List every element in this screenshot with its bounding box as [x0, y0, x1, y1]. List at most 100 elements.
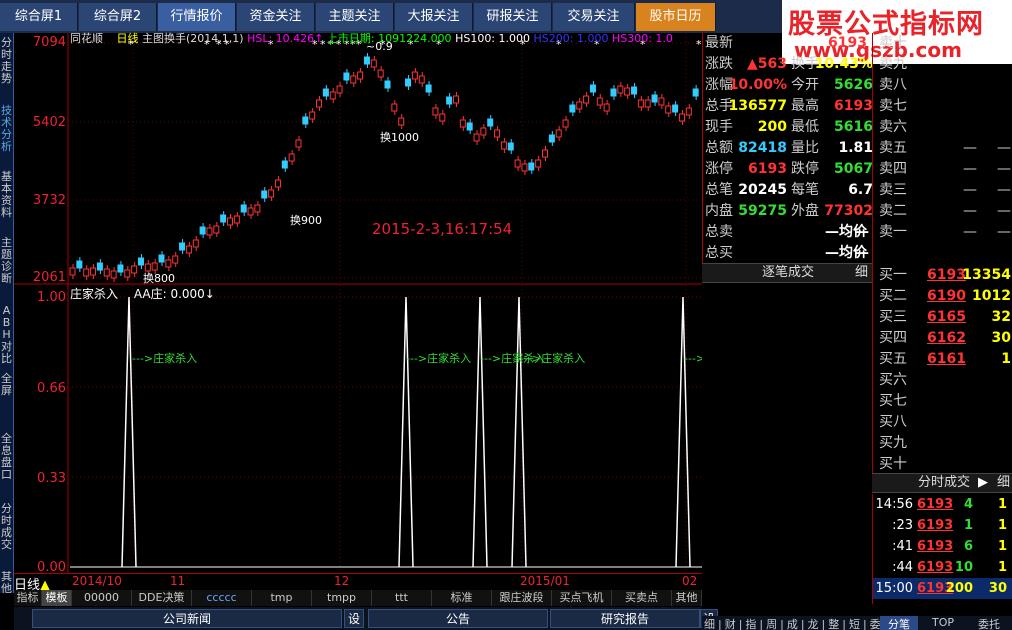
candle-body: [610, 88, 617, 97]
candle-body: [692, 88, 699, 97]
bid-volume: 1012: [972, 288, 1011, 304]
ask-row: 卖四 — —: [879, 159, 1012, 180]
price-label-2: 5402: [32, 115, 66, 130]
candle-body: [137, 257, 144, 266]
tab-buysell-point[interactable]: 买卖点: [612, 590, 672, 606]
candle-body: [466, 122, 473, 131]
quote-label: 总笔: [705, 182, 733, 198]
tab-template[interactable]: 模板: [42, 590, 72, 606]
candle-body: [309, 111, 316, 120]
ask-row: 卖一 — —: [879, 222, 1012, 243]
quote-label: 内盘: [705, 203, 733, 219]
candle-body: [240, 204, 247, 213]
period-label[interactable]: 日线: [117, 32, 139, 45]
ask-label: 卖三: [879, 182, 907, 198]
bid-row: 买六: [879, 370, 1012, 391]
bid-price: 6161: [927, 351, 966, 367]
quote-value: 82418: [738, 140, 787, 156]
tick-count: 30: [988, 581, 1007, 596]
tick-time: :23: [892, 518, 913, 533]
candle-body: [281, 160, 288, 169]
quote-value: 20245: [738, 182, 787, 198]
hsl-value: HSL: 10.426↑: [247, 32, 324, 45]
tab-entrust[interactable]: 委托: [978, 616, 1000, 630]
candle-body: [90, 267, 97, 276]
candle-body: [377, 69, 384, 78]
quote-label: 外盘: [791, 203, 819, 219]
candle-body: [316, 99, 323, 108]
bid-volume: 30: [991, 330, 1011, 346]
ask-volume: —: [997, 224, 1011, 240]
candle-body: [357, 71, 364, 80]
ask-volume: —: [997, 203, 1011, 219]
sub-indicator-name[interactable]: 庄家杀入: [70, 287, 118, 301]
trades-title[interactable]: 逐笔成交: [762, 264, 814, 282]
bid-price: 6165: [927, 309, 966, 325]
trades-detail-button[interactable]: 细: [855, 264, 868, 282]
candle-body: [631, 86, 638, 95]
tab-top[interactable]: TOP: [932, 616, 954, 629]
candle-body: [411, 71, 418, 80]
date-label-feb: 02: [682, 574, 698, 588]
candle-body: [583, 95, 590, 104]
bid-label: 买三: [879, 309, 907, 325]
news-settings-button[interactable]: 设: [344, 609, 364, 628]
tab-announcement[interactable]: 公告: [368, 609, 548, 628]
ticks-play-icon[interactable]: ▶: [978, 474, 988, 492]
ticks-detail-button[interactable]: 细: [997, 474, 1010, 492]
quote-row: 涨停 6193 跌停 5067: [705, 159, 873, 180]
tab-ticks[interactable]: 分笔: [880, 616, 918, 630]
bid-row: 买一 6193 13354: [879, 265, 1012, 286]
ask-price: —: [963, 224, 977, 240]
tab-buy-plane[interactable]: 买点飞机: [552, 590, 612, 606]
tick-price: 6193: [917, 560, 954, 575]
candle-body: [521, 163, 528, 172]
bid-label: 买二: [879, 288, 907, 304]
candle-body: [480, 127, 487, 136]
price-axis: 7094 5402 3732 2061 1.00 0.66 0.33 0.00: [14, 33, 68, 575]
bid-row: 买九: [879, 433, 1012, 454]
tab-follow-band[interactable]: 跟庄波段: [492, 590, 552, 606]
tab-ttt[interactable]: ttt: [372, 590, 432, 606]
signal-label-1: --->庄家杀入: [132, 352, 198, 365]
quote-label: 涨停: [705, 161, 733, 177]
candle-body: [83, 268, 90, 277]
ask-label: 卖十: [879, 35, 907, 51]
tab-dde[interactable]: DDE决策: [132, 590, 192, 606]
candle-body: [439, 113, 446, 122]
tab-00000[interactable]: 00000: [72, 590, 132, 606]
tab-ccccc[interactable]: ccccc: [192, 590, 252, 606]
tick-time: 14:56: [875, 497, 913, 512]
tab-indicator[interactable]: 指标: [14, 590, 42, 606]
date-label-oct: 2014/10: [72, 574, 122, 588]
candle-body: [644, 99, 651, 108]
main-indicator[interactable]: 主图换手: [142, 32, 186, 45]
signal-label-2: --->庄家杀入: [406, 352, 472, 365]
candle-body: [569, 104, 576, 113]
candle-body: [446, 96, 453, 105]
sidebar-item-other[interactable]: 其他: [0, 571, 13, 595]
candle-body: [288, 153, 295, 162]
candle-body: [617, 85, 624, 94]
ask-row: 卖五 — —: [879, 138, 1012, 159]
candle-body: [672, 104, 679, 113]
tab-tmp[interactable]: tmp: [252, 590, 312, 606]
annotation-1000: 换1000: [380, 131, 419, 144]
quote-value: 6193: [748, 161, 787, 177]
tab-standard[interactable]: 标准: [432, 590, 492, 606]
rb-tabs[interactable]: 细|财|指|周|成|龙|整|短|委: [704, 616, 884, 630]
ask-row: 卖十: [879, 33, 1012, 54]
quote-label: 量比: [791, 140, 819, 156]
candle-body: [110, 270, 117, 279]
tab-company-news[interactable]: 公司新闻: [32, 609, 342, 628]
candle-body: [452, 95, 459, 104]
tab-tmpp[interactable]: tmpp: [312, 590, 372, 606]
candle-body: [343, 72, 350, 81]
bid-label: 买四: [879, 330, 907, 346]
quote-value: 10.00%: [728, 77, 787, 93]
bid-volume: 13354: [962, 267, 1011, 283]
tab-other[interactable]: 其他: [672, 590, 702, 606]
ticks-title[interactable]: 分时成交: [918, 474, 970, 492]
tab-research-report[interactable]: 研究报告: [550, 609, 700, 628]
annotation-900: 换900: [290, 214, 322, 227]
